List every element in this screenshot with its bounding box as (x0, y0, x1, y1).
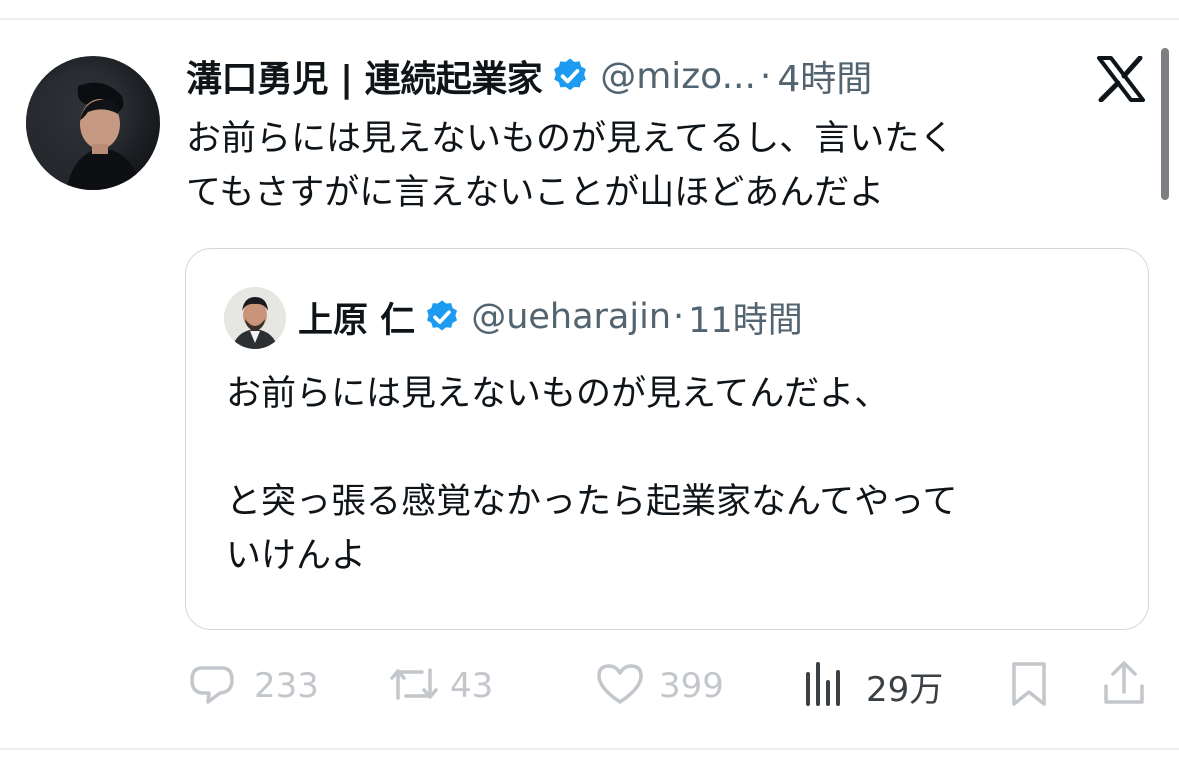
repost-button[interactable]: 43 (388, 656, 493, 716)
views-count: 29万 (866, 669, 944, 710)
like-icon (595, 660, 645, 712)
repost-icon (388, 660, 440, 712)
scrollbar[interactable] (1161, 48, 1169, 200)
author-name[interactable]: 溝口勇児 | 連続起業家 (186, 50, 543, 102)
author-avatar[interactable] (26, 56, 160, 190)
reply-button[interactable]: 233 (188, 656, 319, 716)
quoted-post-text: お前らには見えないものが見えてんだよ、 と突っ張る感覚なかったら起業家なんてやっ… (226, 374, 958, 576)
header-separator: · (759, 55, 772, 97)
verified-badge-icon (550, 56, 590, 96)
quoted-author-name[interactable]: 上原 仁 (298, 292, 415, 343)
quoted-post-card[interactable]: 上原 仁 @ueharajin · 11時間 お前らには見えないものが見えてんだ… (185, 248, 1149, 630)
quoted-author-handle[interactable]: @ueharajin (471, 297, 671, 337)
bookmark-icon (1008, 660, 1050, 712)
like-button[interactable]: 399 (595, 656, 724, 716)
reply-count: 233 (254, 666, 319, 706)
like-count: 399 (659, 666, 724, 706)
quoted-post-timestamp[interactable]: 11時間 (688, 292, 803, 343)
bookmark-button[interactable] (1008, 656, 1050, 716)
quoted-verified-badge-icon (423, 298, 461, 336)
quoted-author-avatar[interactable] (224, 287, 286, 349)
share-icon (1101, 660, 1147, 712)
top-divider (0, 18, 1179, 20)
quoted-header-separator: · (673, 297, 685, 337)
post-timestamp[interactable]: 4時間 (777, 50, 872, 102)
bottom-divider (0, 748, 1179, 750)
share-button[interactable] (1101, 656, 1147, 716)
views-button[interactable]: 29万 (804, 656, 943, 716)
action-bar: 233 43 399 29万 (0, 656, 1179, 716)
author-handle[interactable]: @mizo... (600, 56, 756, 97)
quoted-post-header: 上原 仁 @ueharajin · 11時間 (298, 291, 803, 343)
repost-count: 43 (450, 666, 494, 706)
reply-icon (188, 660, 236, 712)
post-header: 溝口勇児 | 連続起業家 @mizo... · 4時間 (186, 50, 872, 102)
post-text: お前らには見えないものが見えてるし、言いたく てもさすがに言えないことが山ほどあ… (186, 119, 955, 213)
x-logo-icon[interactable] (1095, 55, 1147, 103)
views-icon (804, 660, 844, 712)
